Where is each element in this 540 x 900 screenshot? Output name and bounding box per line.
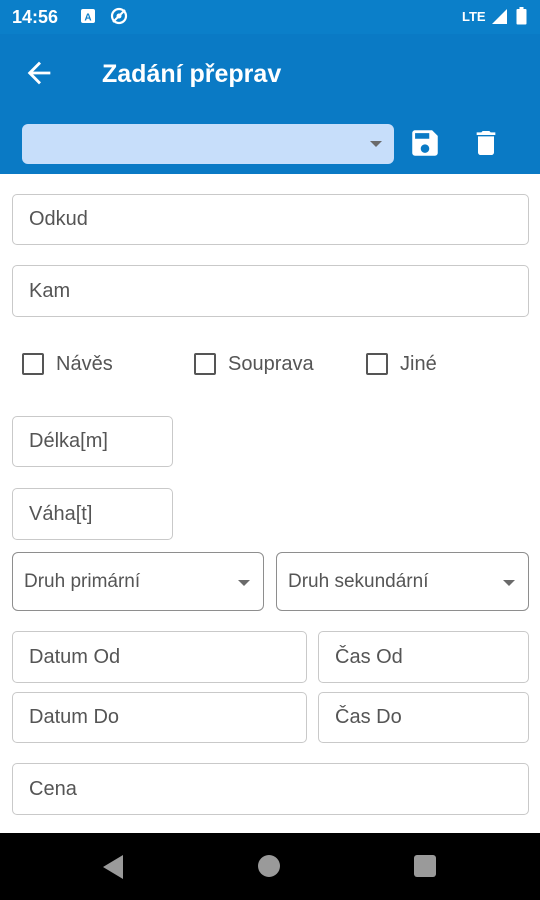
price-field[interactable]: Cena (12, 763, 529, 815)
time-to-placeholder: Čas Do (335, 706, 402, 728)
time-to-field[interactable]: Čas Do (318, 692, 529, 743)
checkbox-box[interactable] (194, 353, 216, 375)
from-field[interactable]: Odkud (12, 194, 529, 245)
nav-home-icon[interactable] (258, 855, 280, 877)
checkbox-navest[interactable]: Návěs (22, 352, 113, 376)
price-field-placeholder: Cena (29, 777, 77, 800)
a-notification-icon: A (81, 9, 95, 24)
weight-field[interactable]: Váha[t] (12, 488, 173, 540)
length-field-placeholder: Délka[m] (29, 430, 108, 452)
svg-text:A: A (84, 13, 91, 24)
to-field[interactable]: Kam (12, 265, 529, 317)
checkbox-label: Návěs (56, 352, 113, 375)
app-bar: Zadání přeprav (0, 34, 540, 174)
page-title: Zadání přeprav (102, 60, 282, 88)
chevron-down-icon (370, 141, 382, 147)
primary-type-value: Druh primární (24, 570, 141, 592)
checkbox-souprava[interactable]: Souprava (194, 352, 314, 376)
battery-icon (516, 7, 527, 25)
checkbox-jine[interactable]: Jiné (366, 352, 437, 376)
length-field[interactable]: Délka[m] (12, 416, 173, 467)
network-type: LTE (462, 9, 486, 24)
secondary-type-value: Druh sekundární (288, 570, 429, 592)
chevron-down-icon (503, 580, 515, 586)
date-to-placeholder: Datum Do (29, 706, 120, 728)
to-field-placeholder: Kam (29, 279, 71, 302)
nav-back-icon[interactable] (103, 855, 123, 879)
status-time: 14:56 (12, 7, 59, 27)
secondary-type-dropdown[interactable]: Druh sekundární (276, 552, 529, 611)
checkbox-label: Souprava (228, 352, 314, 375)
arrow-back-icon[interactable] (22, 56, 56, 90)
date-from-field[interactable]: Datum Od (12, 631, 307, 683)
checkbox-label: Jiné (400, 352, 437, 375)
signal-icon (492, 9, 507, 24)
trash-icon[interactable] (470, 126, 502, 160)
checkbox-box[interactable] (366, 353, 388, 375)
sync-blocked-icon (110, 7, 128, 25)
from-field-placeholder: Odkud (29, 208, 88, 230)
nav-recents-icon[interactable] (414, 855, 436, 877)
date-from-placeholder: Datum Od (29, 645, 121, 668)
checkbox-box[interactable] (22, 353, 44, 375)
weight-field-placeholder: Váha[t] (29, 502, 93, 525)
save-icon[interactable] (408, 126, 442, 160)
primary-type-dropdown[interactable]: Druh primární (12, 552, 264, 611)
system-nav-bar (0, 833, 540, 900)
chevron-down-icon (238, 580, 250, 586)
date-to-field[interactable]: Datum Do (12, 692, 307, 743)
status-bar: 14:56 A LTE (0, 0, 540, 34)
time-from-field[interactable]: Čas Od (318, 631, 529, 683)
time-from-placeholder: Čas Od (335, 645, 403, 668)
transport-select[interactable] (22, 124, 394, 164)
